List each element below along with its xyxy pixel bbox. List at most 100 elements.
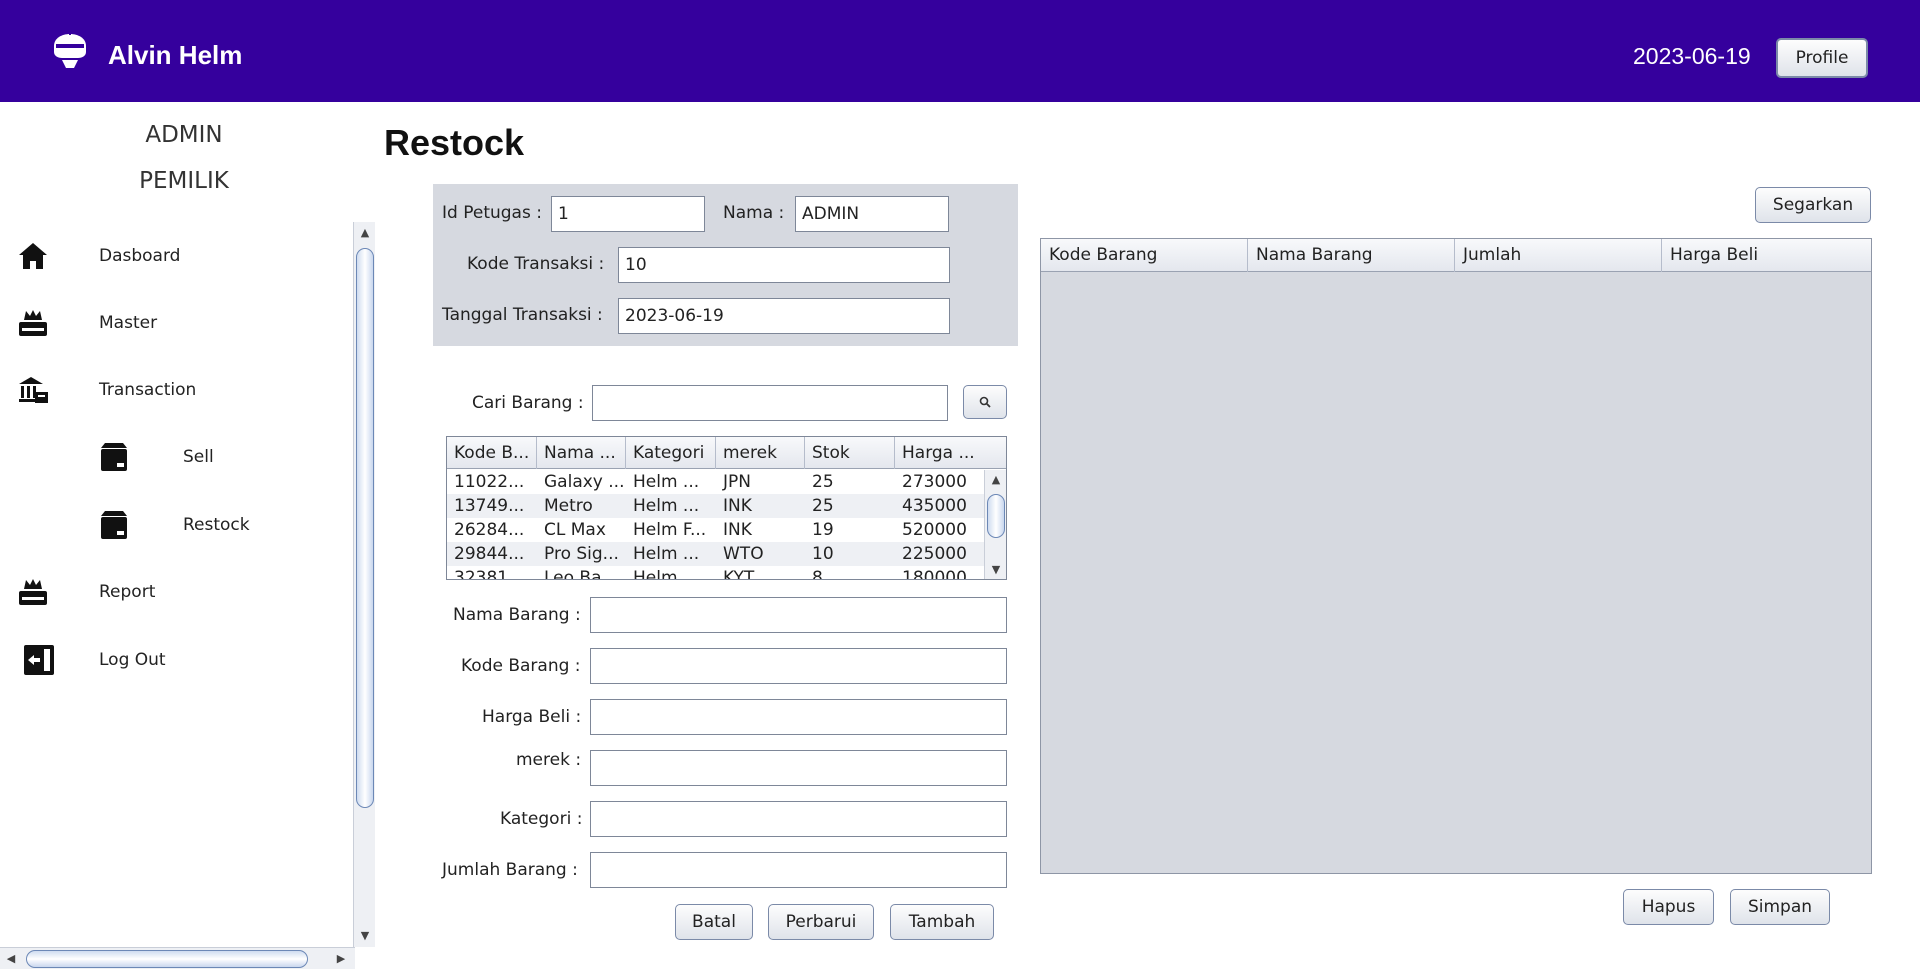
table-cell: 8	[812, 568, 823, 580]
sidebar-item-label: Restock	[183, 515, 250, 535]
items-table-scrollbar[interactable]: ▲ ▼	[984, 470, 1006, 579]
perbarui-button[interactable]: Perbarui	[768, 904, 874, 940]
table-cell: 26284...	[454, 520, 525, 540]
table-cell: Helm F...	[633, 520, 707, 540]
column-header[interactable]: Kategori	[626, 437, 716, 469]
table-cell: 10	[812, 544, 834, 564]
profile-button[interactable]: Profile	[1776, 38, 1868, 78]
search-input[interactable]	[592, 385, 948, 421]
sidebar-item-label: Transaction	[99, 380, 197, 400]
table-row[interactable]: 32381... Leo Ba... Helm ... KYT 8 180000	[447, 566, 986, 580]
sidebar-item-master[interactable]: Master	[0, 303, 350, 343]
table-cell: 435000	[902, 496, 967, 516]
table-cell: Leo Ba...	[544, 568, 618, 580]
table-cell: Galaxy ...	[544, 472, 625, 492]
sidebar-item-label: Sell	[183, 447, 214, 467]
table-cell: Helm ...	[633, 496, 700, 516]
merek-field[interactable]	[590, 750, 1007, 786]
segarkan-button[interactable]: Segarkan	[1755, 187, 1871, 223]
scroll-thumb[interactable]	[987, 494, 1005, 538]
table-row[interactable]: 11022... Galaxy ... Helm ... JPN 25 2730…	[447, 470, 986, 494]
search-icon	[979, 396, 991, 408]
kategori-field[interactable]	[590, 801, 1007, 837]
sidebar-horizontal-scrollbar[interactable]: ◀ ▶	[0, 947, 355, 969]
column-header[interactable]: Kode B...	[447, 437, 537, 469]
column-header[interactable]: Stok	[805, 437, 895, 469]
scroll-down-icon[interactable]: ▼	[985, 560, 1006, 579]
table-row[interactable]: 13749... Metro Helm ... INK 25 435000	[447, 494, 986, 518]
page-title: Restock	[384, 122, 525, 163]
column-header[interactable]: Harga ...	[895, 437, 986, 469]
nama-barang-label: Nama Barang :	[453, 605, 581, 625]
column-header[interactable]: Jumlah	[1455, 239, 1662, 272]
helmet-icon	[54, 25, 86, 68]
table-header-corner	[984, 437, 1006, 469]
nama-field[interactable]	[795, 196, 949, 232]
table-cell: 29844...	[454, 544, 525, 564]
table-cell: 25	[812, 472, 834, 492]
jumlah-barang-label: Jumlah Barang :	[442, 860, 578, 880]
scroll-thumb[interactable]	[26, 950, 308, 968]
sidebar-item-label: Log Out	[99, 650, 166, 670]
harga-beli-field[interactable]	[590, 699, 1007, 735]
scroll-right-icon[interactable]: ▶	[330, 948, 352, 969]
app-title: Alvin Helm	[108, 40, 243, 70]
hapus-button[interactable]: Hapus	[1623, 889, 1714, 925]
id-petugas-field[interactable]	[551, 196, 705, 232]
bank-icon	[19, 377, 48, 403]
column-header[interactable]: Kode Barang	[1041, 239, 1248, 272]
sidebar-item-restock[interactable]: Restock	[0, 505, 350, 545]
search-label: Cari Barang :	[472, 393, 584, 413]
table-row[interactable]: 26284... CL Max Helm F... INK 19 520000	[447, 518, 986, 542]
table-cell: 32381...	[454, 568, 525, 580]
column-header[interactable]: Nama ...	[537, 437, 626, 469]
crown-box-icon	[19, 310, 47, 336]
kode-transaksi-label: Kode Transaksi :	[467, 254, 605, 274]
table-cell: 11022...	[454, 472, 525, 492]
scroll-down-icon[interactable]: ▼	[354, 925, 376, 947]
sidebar-item-transaction[interactable]: Transaction	[0, 370, 350, 410]
sidebar-item-sell[interactable]: Sell	[0, 437, 350, 477]
table-cell: Helm ...	[633, 472, 700, 492]
merek-label: merek :	[516, 750, 582, 770]
column-header[interactable]: Nama Barang	[1248, 239, 1455, 272]
table-cell: 273000	[902, 472, 967, 492]
transaction-info-panel: Id Petugas : Nama : Kode Transaksi : Tan…	[433, 184, 1018, 346]
sidebar-vertical-scrollbar[interactable]: ▲ ▼	[353, 222, 375, 947]
table-row[interactable]: 29844... Pro Sig... Helm ... WTO 10 2250…	[447, 542, 986, 566]
sidebar-item-label: Report	[99, 582, 156, 602]
tanggal-transaksi-label: Tanggal Transaksi :	[442, 305, 603, 325]
scroll-thumb[interactable]	[356, 248, 374, 808]
items-table[interactable]: Kode B... Nama ... Kategori merek Stok H…	[446, 436, 1007, 580]
scroll-left-icon[interactable]: ◀	[0, 948, 22, 969]
header-date: 2023-06-19	[1633, 43, 1751, 69]
column-header[interactable]: merek	[716, 437, 805, 469]
restock-cart-table[interactable]: Kode Barang Nama Barang Jumlah Harga Bel…	[1040, 238, 1872, 874]
id-petugas-label: Id Petugas :	[442, 203, 542, 223]
sidebar-item-report[interactable]: Report	[0, 572, 350, 612]
table-cell: CL Max	[544, 520, 606, 540]
search-button[interactable]	[963, 385, 1007, 419]
simpan-button[interactable]: Simpan	[1730, 889, 1830, 925]
sidebar-item-logout[interactable]: Log Out	[0, 640, 350, 680]
tambah-button[interactable]: Tambah	[890, 904, 994, 940]
role-primary: ADMIN	[145, 122, 223, 148]
cart-table-header: Kode Barang Nama Barang Jumlah Harga Bel…	[1041, 239, 1871, 272]
table-cell: 13749...	[454, 496, 525, 516]
kode-barang-field[interactable]	[590, 648, 1007, 684]
nama-barang-field[interactable]	[590, 597, 1007, 633]
table-cell: 225000	[902, 544, 967, 564]
jumlah-barang-field[interactable]	[590, 852, 1007, 888]
table-cell: 19	[812, 520, 834, 540]
tanggal-transaksi-field[interactable]	[618, 298, 950, 334]
kode-transaksi-field[interactable]	[618, 247, 950, 283]
kategori-label: Kategori :	[500, 809, 583, 829]
column-header[interactable]: Harga Beli	[1662, 239, 1869, 272]
scroll-up-icon[interactable]: ▲	[985, 470, 1006, 490]
role-secondary: PEMILIK	[139, 168, 229, 194]
table-cell: Metro	[544, 496, 593, 516]
logout-icon	[24, 645, 54, 675]
sidebar-item-dasboard[interactable]: Dasboard	[0, 236, 350, 276]
batal-button[interactable]: Batal	[675, 904, 753, 940]
scroll-up-icon[interactable]: ▲	[354, 222, 376, 244]
